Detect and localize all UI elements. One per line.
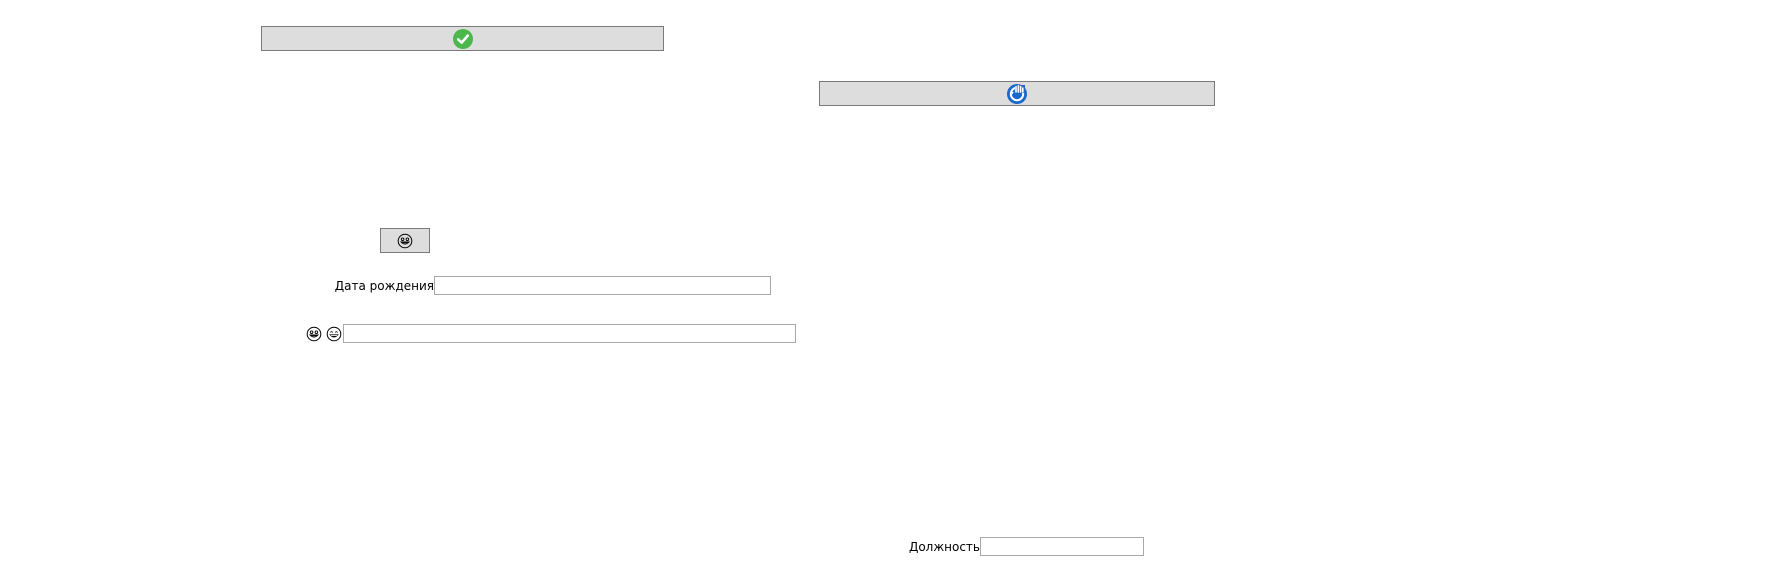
birth-date-input[interactable] bbox=[434, 276, 771, 295]
birth-date-label: Дата рождения bbox=[334, 279, 434, 293]
emoji-button[interactable] bbox=[380, 228, 430, 253]
grinning-face-icon bbox=[397, 233, 413, 249]
check-circle-icon bbox=[452, 28, 473, 49]
position-input[interactable] bbox=[980, 537, 1144, 556]
form-canvas: Дата рождения Должность bbox=[0, 0, 1770, 577]
emoji-input[interactable] bbox=[343, 324, 796, 343]
smiling-face-icon bbox=[326, 326, 342, 342]
refresh-button[interactable] bbox=[819, 81, 1215, 106]
position-label: Должность bbox=[908, 540, 980, 554]
refresh-hand-icon bbox=[1006, 83, 1028, 105]
confirm-button[interactable] bbox=[261, 26, 664, 51]
grinning-face-icon bbox=[306, 326, 322, 342]
